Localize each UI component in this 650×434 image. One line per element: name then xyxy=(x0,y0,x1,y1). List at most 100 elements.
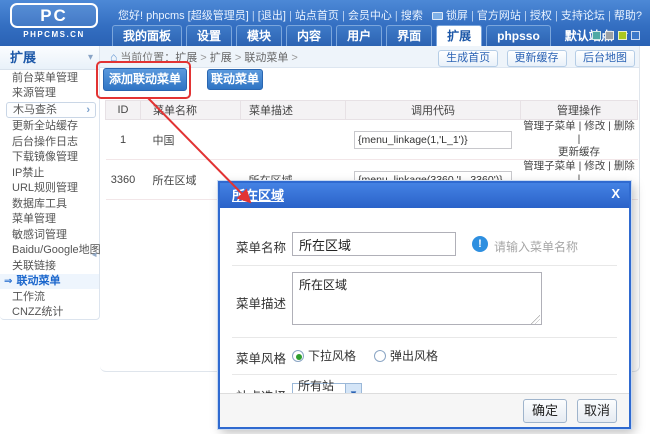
logo-mark: PC xyxy=(10,3,98,28)
sidebar-item-update-cache[interactable]: 更新全站缓存 xyxy=(0,119,99,134)
sidebar-item-maps[interactable]: Baidu/Google地图 xyxy=(0,243,99,258)
sidebar-item-db-tools[interactable]: 数据库工具 xyxy=(0,197,99,212)
main-nav: 我的面板 设置 模块 内容 用户 界面 扩展 phpsso 默认站点 xyxy=(112,25,638,46)
collapse-icon[interactable]: ▾ xyxy=(88,46,93,70)
lock-screen-link[interactable]: 锁屏 xyxy=(446,10,477,22)
tab-phpsso[interactable]: phpsso xyxy=(486,25,551,46)
sidebar-item-linkage-menu[interactable]: ⇒ 联动菜单 xyxy=(0,274,99,289)
sidebar-item-sensitive-words[interactable]: 敏感词管理 xyxy=(0,228,99,243)
divider xyxy=(232,374,617,375)
topbar-help-links: 锁屏官方网站授权支持论坛帮助? xyxy=(432,7,642,23)
search-link[interactable]: 搜索 xyxy=(401,10,423,22)
manage-submenu-link[interactable]: 管理子菜单 xyxy=(523,120,584,132)
style-swatch-teal[interactable] xyxy=(592,31,601,40)
col-header-name: 菜单名称 xyxy=(141,101,241,120)
menu-desc-textarea[interactable]: 所在区域 xyxy=(292,272,542,325)
cell-name: 中国 xyxy=(141,120,241,160)
call-code-input[interactable] xyxy=(354,131,512,149)
style-swatches xyxy=(592,31,640,40)
tab-content[interactable]: 内容 xyxy=(286,25,332,46)
quick-buttons: 生成首页 更新缓存 后台地图 xyxy=(434,48,635,67)
divider xyxy=(232,265,617,266)
home-icon: ⌂ xyxy=(110,50,117,64)
tab-interface[interactable]: 界面 xyxy=(386,25,432,46)
sidebar-item-cnzz[interactable]: CNZZ统计 xyxy=(0,305,99,320)
col-header-code: 调用代码 xyxy=(346,101,521,120)
sidebar-item-url-rules[interactable]: URL规则管理 xyxy=(0,181,99,196)
support-forum-link[interactable]: 支持论坛 xyxy=(561,10,614,22)
phpcms-logo: PC PHPCMS.CN xyxy=(10,3,98,39)
menu-name-label: 菜单名称 xyxy=(236,237,286,256)
cell-code xyxy=(346,120,521,160)
help-link[interactable]: 帮助? xyxy=(614,10,642,22)
breadcrumb-extensions[interactable]: 扩展 xyxy=(175,52,210,64)
ok-button[interactable]: 确定 xyxy=(523,399,567,423)
sidebar-item-front-menu[interactable]: 前台菜单管理 xyxy=(0,71,99,86)
manage-submenu-link[interactable]: 管理子菜单 xyxy=(523,160,584,172)
site-home-link[interactable]: 站点首页 xyxy=(295,10,348,22)
dialog-footer: 确定 取消 xyxy=(220,393,629,427)
breadcrumb-extensions-2[interactable]: 扩展 xyxy=(210,52,245,64)
sidebar-item-menu-manage[interactable]: 菜单管理 xyxy=(0,212,99,227)
cell-id: 1 xyxy=(106,120,141,160)
linkage-menu-tab-button[interactable]: 联动菜单 xyxy=(207,69,263,90)
dialog-title: 所在区域 xyxy=(232,188,284,203)
logout-link[interactable]: [退出] xyxy=(258,10,295,22)
menu-style-options: 下拉风格 弹出风格 xyxy=(292,347,438,364)
tab-settings[interactable]: 设置 xyxy=(186,25,232,46)
tab-modules[interactable]: 模块 xyxy=(236,25,282,46)
radio-dropdown-style[interactable] xyxy=(292,350,304,362)
logo-domain: PHPCMS.CN xyxy=(10,30,98,39)
menu-name-input[interactable] xyxy=(292,232,456,256)
sidebar-item-label: 木马查杀 xyxy=(13,104,57,116)
close-icon[interactable]: X xyxy=(611,186,620,201)
lock-screen-icon xyxy=(432,12,443,20)
sidebar-item-trojan-scan[interactable]: 木马查杀 › xyxy=(6,102,96,118)
member-center-link[interactable]: 会员中心 xyxy=(348,10,401,22)
sidebar-collapse-handle[interactable]: ◄ xyxy=(90,250,98,259)
official-site-link[interactable]: 官方网站 xyxy=(477,10,530,22)
table-header-row: ID 菜单名称 菜单描述 调用代码 管理操作 xyxy=(106,101,638,120)
cell-desc xyxy=(241,120,346,160)
sidebar-item-ip-ban[interactable]: IP禁止 xyxy=(0,166,99,181)
app-header: PC PHPCMS.CN 您好! phpcms [超级管理员][退出]站点首页会… xyxy=(0,0,650,46)
style-swatch-blue[interactable] xyxy=(631,31,640,40)
style-swatch-green[interactable] xyxy=(618,31,627,40)
tab-extensions[interactable]: 扩展 xyxy=(436,25,482,46)
sidebar-item-related-links[interactable]: 关联链接 xyxy=(0,259,99,274)
sidebar: 扩展 ▾ 前台菜单管理 来源管理 木马查杀 › 更新全站缓存 后台操作日志 下载… xyxy=(0,46,100,320)
license-link[interactable]: 授权 xyxy=(530,10,561,22)
add-linkage-menu-button[interactable]: 添加联动菜单 xyxy=(103,68,187,91)
tab-users[interactable]: 用户 xyxy=(336,25,382,46)
breadcrumb-linkage-menu[interactable]: 联动菜单 xyxy=(244,52,297,64)
sidebar-item-admin-log[interactable]: 后台操作日志 xyxy=(0,135,99,150)
sidebar-title: 扩展 ▾ xyxy=(0,46,99,70)
chevron-right-icon: › xyxy=(86,103,90,117)
active-item-arrow-icon: ⇒ xyxy=(4,276,12,287)
table-row: 1 中国 管理子菜单修改删除 更新缓存 xyxy=(106,120,638,160)
col-header-ops: 管理操作 xyxy=(521,101,638,120)
radio-popup-style[interactable] xyxy=(374,350,386,362)
resize-grip-icon[interactable] xyxy=(531,315,540,324)
sidebar-item-download-mirror[interactable]: 下载镜像管理 xyxy=(0,150,99,165)
popup-style-label: 弹出风格 xyxy=(390,347,438,364)
col-header-desc: 菜单描述 xyxy=(241,101,346,120)
refresh-cache-link[interactable]: 更新缓存 xyxy=(558,146,600,158)
sidebar-item-workflow[interactable]: 工作流 xyxy=(0,290,99,305)
info-icon: ! xyxy=(472,236,488,252)
sidebar-item-source-manage[interactable]: 来源管理 xyxy=(0,86,99,101)
admin-map-button[interactable]: 后台地图 xyxy=(575,50,635,67)
refresh-cache-button[interactable]: 更新缓存 xyxy=(507,50,567,67)
sidebar-title-text: 扩展 xyxy=(10,50,36,65)
style-swatch-gray[interactable] xyxy=(605,31,614,40)
sidebar-item-label: 联动菜单 xyxy=(16,275,60,287)
menu-style-label: 菜单风格 xyxy=(236,348,286,367)
edit-link[interactable]: 修改 xyxy=(584,160,614,172)
menu-desc-label: 菜单描述 xyxy=(236,293,286,312)
tab-my-panel[interactable]: 我的面板 xyxy=(112,25,182,46)
edit-link[interactable]: 修改 xyxy=(584,120,614,132)
cell-ops: 管理子菜单修改删除 更新缓存 xyxy=(521,120,638,160)
cancel-button[interactable]: 取消 xyxy=(577,399,617,423)
generate-home-button[interactable]: 生成首页 xyxy=(438,50,498,67)
breadcrumb: ⌂当前位置：扩展扩展联动菜单 xyxy=(110,46,298,69)
